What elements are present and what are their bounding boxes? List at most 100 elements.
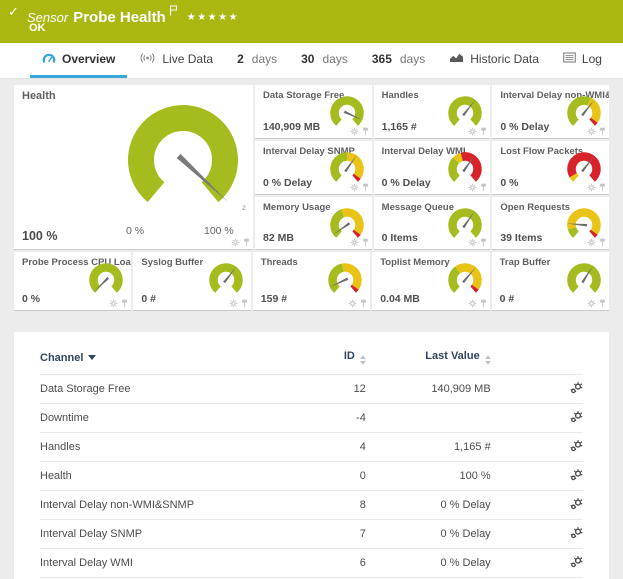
gauge-grid-bottom-row: Probe Process CPU Load0 % Syslog Buffer0… [14,252,609,311]
gauge-panel-lost-flow-packets: Lost Flow Packets0 % [492,141,609,195]
column-header-id[interactable]: ID [322,344,365,375]
pin-icon[interactable] [360,299,367,308]
gear-icon[interactable] [350,238,359,247]
table-row-interval-delay-wmi[interactable]: Interval Delay WMI60 % Delay [40,549,583,578]
pin-icon[interactable] [362,183,369,192]
pin-icon[interactable] [243,238,250,247]
channel-name[interactable]: Interval Delay SNMP [40,520,322,549]
channel-name[interactable]: Interval Delay non-WMI&SNMP [40,491,322,520]
channel-id: 8 [322,491,365,520]
gauge-value: 0 # [141,293,156,305]
gauge-tab-icon [42,52,56,67]
gauge-panel-syslog-buffer: Syslog Buffer0 # [133,252,250,311]
tab-historic-data[interactable]: Historic Data [437,43,551,78]
table-row-interval-delay-snmp[interactable]: Interval Delay SNMP70 % Delay [40,520,583,549]
tab-overview[interactable]: Overview [30,43,127,78]
log-icon [563,52,576,66]
sort-icon [485,355,491,365]
gauge-panel-interval-delay-snmp: Interval Delay SNMP0 % Delay [255,141,372,195]
channel-table-card: Channel ID Last Value Data Storage Free1… [14,332,609,579]
priority-stars[interactable]: ★★★★★ [187,12,239,23]
gear-icon[interactable] [587,183,596,192]
channel-name[interactable]: Data Storage Free [40,375,322,404]
gear-icon[interactable] [348,299,357,308]
gauge-value: 0 % [500,177,518,189]
channel-name[interactable]: Downtime [40,404,322,433]
flag-icon[interactable] [169,3,178,21]
pin-icon[interactable] [480,238,487,247]
gauge-value: 0 % Delay [382,177,431,189]
gear-icon[interactable] [468,127,477,136]
table-row-handles[interactable]: Handles41,165 # [40,433,583,462]
column-header-last-value[interactable]: Last Value [366,344,491,375]
pin-icon[interactable] [362,127,369,136]
channel-name[interactable]: Interval Delay WMI [40,549,322,578]
channel-name[interactable]: Health [40,462,322,491]
pin-icon[interactable] [480,183,487,192]
gear-icon[interactable] [587,299,596,308]
tab-live-data[interactable]: Live Data [127,43,225,78]
pin-icon[interactable] [599,238,606,247]
gear-icon[interactable] [468,238,477,247]
pin-icon[interactable] [599,183,606,192]
gear-icon[interactable] [350,183,359,192]
health-gauge-graphic [98,93,253,228]
page-title: Probe Health [73,9,166,26]
column-header-channel[interactable]: Channel [40,344,322,375]
tab-log[interactable]: Log [551,43,614,78]
pin-icon[interactable] [599,299,606,308]
gauge-panel-probe-process-cpu-load: Probe Process CPU Load0 % [14,252,131,311]
gauge-panel-toplist-memory: Toplist Memory0.04 MB [372,252,489,311]
gauge-value: 0 % Delay [500,121,549,133]
tab-365-days[interactable]: 365 days [360,43,437,78]
channel-table: Channel ID Last Value Data Storage Free1… [40,344,583,579]
gauge-min-label: 0 % [126,225,144,237]
channel-settings-icon[interactable] [570,559,583,571]
table-row-data-storage-free[interactable]: Data Storage Free12140,909 MB [40,375,583,404]
gauge [83,260,129,300]
channel-settings-icon[interactable] [570,530,583,542]
gauge-panel-message-queue: Message Queue0 Items [374,197,491,250]
channel-settings-icon[interactable] [570,414,583,426]
gauge-value: 0 Items [382,232,418,244]
gauge-panel-health: Health 0 % 100 % z 100 % [14,85,253,250]
pin-icon[interactable] [480,299,487,308]
gear-icon[interactable] [468,299,477,308]
gear-icon[interactable] [229,299,238,308]
channel-settings-icon[interactable] [570,443,583,455]
pin-icon[interactable] [362,238,369,247]
pin-icon[interactable] [480,127,487,136]
gear-icon[interactable] [587,127,596,136]
sensor-header: ✓ SensorProbe Health★★★★★ OK [0,0,623,43]
status-ok-check-icon: ✓ [8,4,19,20]
pin-icon[interactable] [241,299,248,308]
gauge [203,260,249,300]
gear-icon[interactable] [350,127,359,136]
gauge-value: 0 # [500,293,515,305]
tab-2-days[interactable]: 2 days [225,43,289,78]
pin-icon[interactable] [121,299,128,308]
channel-settings-icon[interactable] [570,501,583,513]
channel-settings-icon[interactable] [570,472,583,484]
gear-icon[interactable] [231,238,240,247]
gauge-value: 100 % [22,229,57,243]
table-row-health[interactable]: Health0100 % [40,462,583,491]
table-row-interval-delay-non-wmi-snmp[interactable]: Interval Delay non-WMI&SNMP80 % Delay [40,491,583,520]
pin-icon[interactable] [599,127,606,136]
gear-icon[interactable] [587,238,596,247]
table-row-downtime[interactable]: Downtime-4 [40,404,583,433]
channel-name[interactable]: Handles [40,433,322,462]
gauge-graphic [561,260,607,300]
gear-icon[interactable] [109,299,118,308]
tab-30-days[interactable]: 30 days [289,43,360,78]
channel-last-value: 1,165 # [366,433,491,462]
channel-last-value: 140,909 MB [366,375,491,404]
channel-id: 12 [322,375,365,404]
sort-desc-icon [88,355,96,360]
gear-icon[interactable] [468,183,477,192]
channel-id: 4 [322,433,365,462]
gauge-max-label: 100 % [204,225,234,237]
gauge-panel-data-storage-free: Data Storage Free140,909 MB [255,85,372,139]
channel-settings-icon[interactable] [570,385,583,397]
gauge-graphic [203,260,249,300]
